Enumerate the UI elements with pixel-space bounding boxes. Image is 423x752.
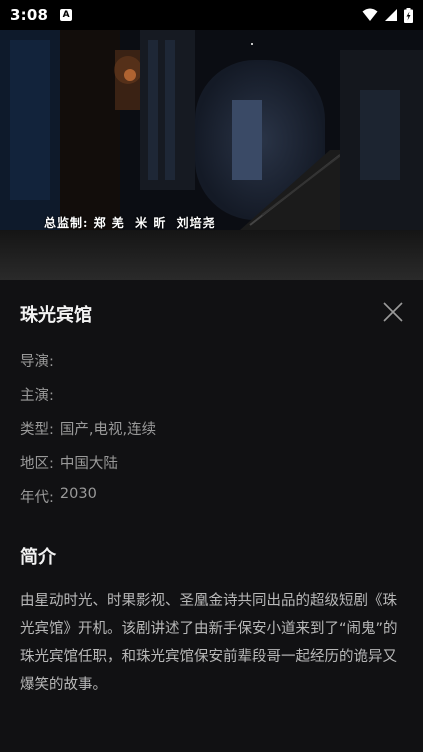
- status-icons: [362, 7, 413, 23]
- status-bar: 3:08 A: [0, 0, 423, 30]
- info-row-director: 导演:: [20, 350, 60, 371]
- info-value-region: 中国大陆: [59, 456, 118, 472]
- video-credit-caption: 总监制: 郑 羌 米 昕 刘培尧: [44, 216, 216, 230]
- info-row-year: 年代: 2030: [20, 486, 97, 507]
- wifi-icon: [362, 8, 378, 21]
- close-icon: [383, 302, 403, 322]
- info-row-region: 地区: 中国大陆: [20, 452, 118, 473]
- info-row-cast: 主演:: [20, 384, 60, 405]
- synopsis-text: 由星动时光、时果影视、圣凰金诗共同出品的超级短剧《珠光宾馆》开机。该剧讲述了由新…: [20, 593, 398, 693]
- info-label-cast: 主演:: [20, 388, 54, 404]
- video-player[interactable]: 总监制: 郑 羌 米 昕 刘培尧: [0, 30, 423, 280]
- status-time: 3:08: [10, 6, 49, 24]
- video-frame-scene: [0, 30, 423, 280]
- app-notification-icon: A: [60, 9, 73, 21]
- drama-title: 珠光宾馆: [20, 305, 92, 326]
- close-button[interactable]: [378, 297, 408, 327]
- info-value-year: 2030: [59, 486, 97, 502]
- battery-icon: [404, 7, 413, 23]
- info-label-director: 导演:: [20, 354, 54, 370]
- info-row-genre: 类型: 国产,电视,连续: [20, 418, 156, 439]
- info-label-year: 年代:: [20, 490, 54, 506]
- info-label-genre: 类型:: [20, 422, 54, 438]
- detail-sheet: 珠光宾馆 导演: 主演: 类型: 国产,电视,连续 地区: 中国大陆 年代: 2…: [0, 280, 423, 752]
- info-value-genre: 国产,电视,连续: [59, 422, 157, 438]
- synopsis-heading: 简介: [20, 547, 56, 568]
- info-label-region: 地区:: [20, 456, 54, 472]
- signal-icon: [385, 9, 397, 21]
